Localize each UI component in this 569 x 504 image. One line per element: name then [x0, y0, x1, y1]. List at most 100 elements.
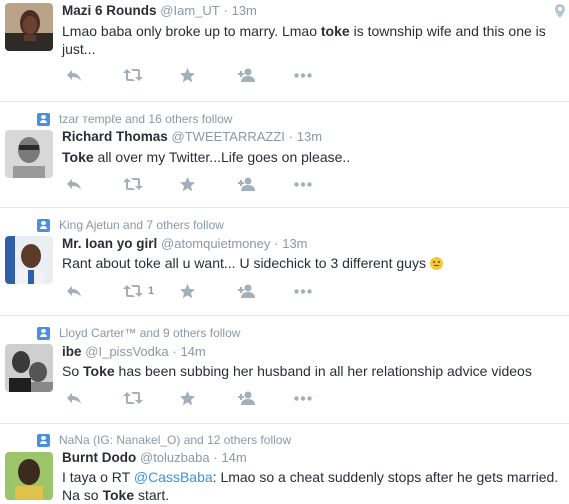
more-button[interactable]: [294, 390, 351, 406]
user-name[interactable]: Richard Thomas: [62, 129, 168, 144]
user-name[interactable]: Burnt Dodo: [62, 450, 136, 465]
retweet-icon: [123, 285, 143, 297]
timestamp[interactable]: 14m: [180, 344, 205, 359]
user-handle[interactable]: @TWEETARRAZZI: [172, 129, 285, 144]
tweet-header: ibe @I_pissVodka · 14m: [62, 344, 206, 359]
social-context: NaNa (IG: Nanakel_O) and 12 others follo…: [37, 432, 291, 448]
follow-button[interactable]: [237, 67, 294, 83]
retweet-button[interactable]: 1: [123, 283, 180, 299]
tweet-timeline: Mazi 6 Rounds @Iam_UT · 13m Lmao baba on…: [0, 0, 569, 504]
tweet[interactable]: tzar тempℓe and 16 others follow Richard…: [0, 102, 569, 208]
retweet-button[interactable]: [123, 67, 180, 83]
tweet-text: I taya o RT @CassBaba: Lmao so a cheat s…: [62, 469, 559, 503]
reply-icon: [67, 286, 81, 297]
timestamp[interactable]: 13m: [282, 236, 307, 251]
smiling-face-emoji-icon: [429, 257, 443, 270]
separator: ·: [274, 236, 279, 251]
tweet-header: Burnt Dodo @toluzbaba · 14m: [62, 450, 247, 465]
separator: ·: [172, 344, 177, 359]
more-options-icon: [294, 288, 312, 294]
user-handle[interactable]: @I_pissVodka: [85, 344, 168, 359]
more-options-icon: [294, 395, 312, 401]
reply-button[interactable]: [66, 176, 123, 192]
avatar[interactable]: [5, 236, 53, 284]
retweet-icon: [123, 69, 143, 81]
tweet-header: Mazi 6 Rounds @Iam_UT · 13m: [62, 3, 257, 18]
reply-button[interactable]: [66, 67, 123, 83]
more-options-icon: [294, 181, 312, 187]
like-button[interactable]: [180, 283, 237, 299]
star-icon: [180, 390, 195, 405]
avatar[interactable]: [5, 452, 53, 500]
social-context: King Ajetun and 7 others follow: [37, 217, 224, 233]
user-icon: [37, 112, 50, 126]
tweet-actions: [66, 390, 351, 406]
retweet-button[interactable]: [123, 176, 180, 192]
like-button[interactable]: [180, 67, 237, 83]
social-context-text[interactable]: King Ajetun and 7 others follow: [59, 218, 224, 232]
star-icon: [180, 67, 195, 82]
timestamp[interactable]: 14m: [221, 450, 246, 465]
user-icon: [37, 433, 50, 447]
avatar[interactable]: [5, 344, 53, 392]
more-options-icon: [294, 72, 312, 78]
user-icon: [37, 218, 50, 232]
follow-button[interactable]: [237, 390, 294, 406]
avatar[interactable]: [5, 130, 53, 178]
tweet-actions: [66, 67, 351, 83]
user-icon: [37, 326, 50, 340]
tweet[interactable]: Mazi 6 Rounds @Iam_UT · 13m Lmao baba on…: [0, 0, 569, 102]
star-icon: [180, 283, 195, 298]
user-name[interactable]: Mazi 6 Rounds: [62, 3, 157, 18]
follow-button[interactable]: [237, 283, 294, 299]
retweet-icon: [123, 178, 143, 190]
reply-icon: [67, 393, 81, 404]
keyword-highlight: Toke: [83, 363, 115, 379]
reply-button[interactable]: [66, 390, 123, 406]
keyword-highlight: Toke: [62, 149, 94, 165]
reply-icon: [67, 70, 81, 81]
like-button[interactable]: [180, 390, 237, 406]
timestamp[interactable]: 13m: [232, 3, 257, 18]
avatar[interactable]: [5, 3, 53, 51]
retweet-count: 1: [148, 285, 155, 297]
reply-button[interactable]: [66, 283, 123, 299]
social-context-text[interactable]: tzar тempℓe and 16 others follow: [59, 112, 232, 126]
keyword-highlight: Toke: [102, 487, 135, 503]
user-name[interactable]: Mr. Ioan yo girl: [62, 236, 157, 251]
tweet-header: Mr. Ioan yo girl @atomquietmoney · 13m: [62, 236, 308, 251]
add-user-icon: [238, 284, 255, 298]
separator: ·: [288, 129, 293, 144]
add-user-icon: [238, 68, 255, 82]
tweet-text: Rant about toke all u want... U sidechic…: [62, 254, 562, 272]
social-context-text[interactable]: Lloyd Carter™ and 9 others follow: [59, 326, 240, 340]
user-name[interactable]: ibe: [62, 344, 82, 359]
mention-link[interactable]: @CassBaba: [134, 469, 213, 485]
follow-button[interactable]: [237, 176, 294, 192]
location-pin-icon[interactable]: [555, 4, 565, 18]
more-button[interactable]: [294, 67, 351, 83]
add-user-icon: [238, 391, 255, 405]
tweet[interactable]: Lloyd Carter™ and 9 others follow ibe @I…: [0, 316, 569, 424]
reply-icon: [67, 179, 81, 190]
tweet-text: So Toke has been subbing her husband in …: [62, 363, 532, 379]
social-context: Lloyd Carter™ and 9 others follow: [37, 325, 240, 341]
social-context-text[interactable]: NaNa (IG: Nanakel_O) and 12 others follo…: [59, 433, 291, 447]
retweet-button[interactable]: [123, 390, 180, 406]
user-handle[interactable]: @Iam_UT: [160, 3, 219, 18]
user-handle[interactable]: @atomquietmoney: [161, 236, 270, 251]
social-context: tzar тempℓe and 16 others follow: [37, 111, 232, 127]
tweet[interactable]: King Ajetun and 7 others follow Mr. Ioan…: [0, 208, 569, 316]
tweet-text: Lmao baba only broke up to marry. Lmao t…: [62, 23, 546, 57]
tweet[interactable]: NaNa (IG: Nanakel_O) and 12 others follo…: [0, 424, 569, 504]
tweet-text: Toke all over my Twitter...Life goes on …: [62, 149, 351, 165]
star-icon: [180, 176, 195, 191]
separator: ·: [223, 3, 228, 18]
user-handle[interactable]: @toluzbaba: [140, 450, 210, 465]
more-button[interactable]: [294, 176, 351, 192]
more-button[interactable]: [294, 283, 351, 299]
timestamp[interactable]: 13m: [297, 129, 322, 144]
retweet-icon: [123, 392, 143, 404]
tweet-header: Richard Thomas @TWEETARRAZZI · 13m: [62, 129, 322, 144]
like-button[interactable]: [180, 176, 237, 192]
